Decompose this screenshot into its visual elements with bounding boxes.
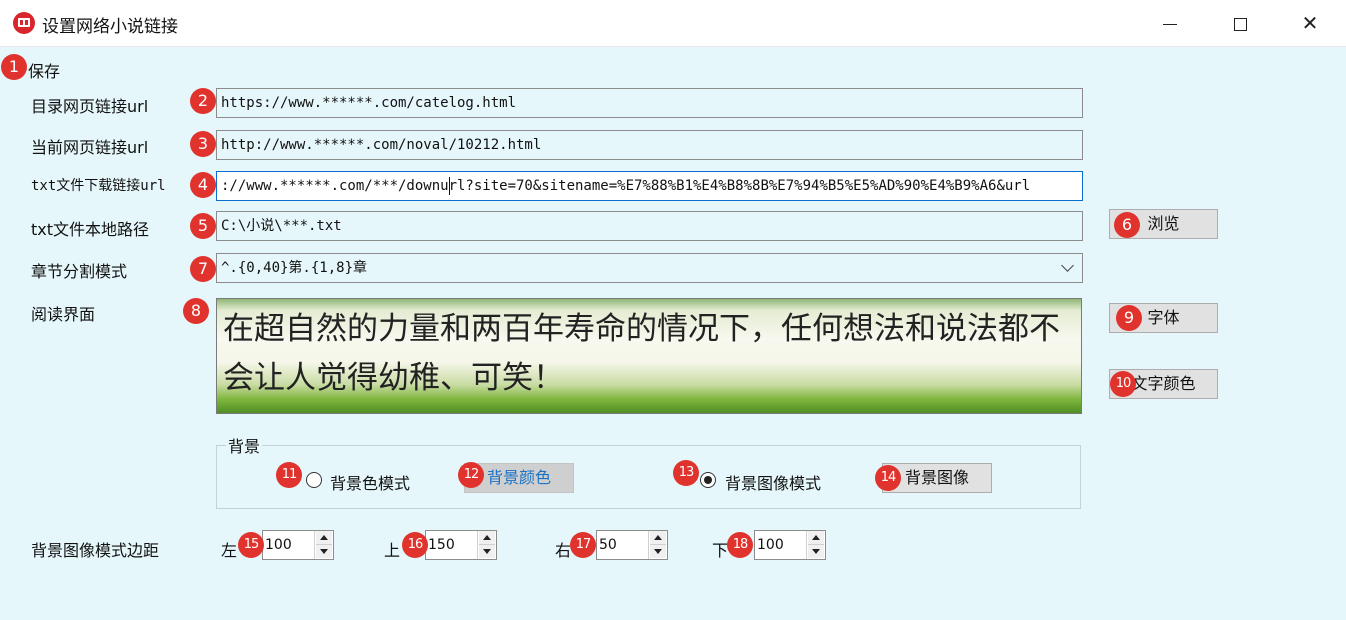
- margin-top-stepper[interactable]: 150: [425, 530, 497, 560]
- annotation-marker: 18: [727, 532, 753, 558]
- stepper-down-icon[interactable]: [650, 545, 666, 558]
- margin-right-stepper[interactable]: 50: [596, 530, 668, 560]
- font-button-label: 字体: [1147, 308, 1180, 327]
- color-mode-radio[interactable]: [306, 472, 322, 488]
- margin-top-value: 150: [428, 537, 455, 553]
- current-url-input[interactable]: http://www.******.com/noval/10212.html: [216, 130, 1083, 160]
- annotation-marker: 4: [190, 172, 216, 198]
- margin-label: 背景图像模式边距: [31, 541, 160, 560]
- chapter-mode-label: 章节分割模式: [31, 262, 128, 281]
- background-group-legend: 背景: [226, 433, 263, 457]
- stepper-down-icon[interactable]: [316, 545, 332, 558]
- txt-download-url-input[interactable]: ://www.******.com/***/downurl?site=70&si…: [216, 171, 1083, 201]
- stepper-buttons: [314, 531, 333, 559]
- stepper-down-icon[interactable]: [479, 545, 495, 558]
- chapter-mode-value: ^.{0,40}第.{1,8}章: [221, 260, 368, 276]
- image-mode-label[interactable]: 背景图像模式: [725, 470, 821, 494]
- annotation-marker: 11: [276, 462, 302, 488]
- margin-right-label: 右: [555, 541, 572, 560]
- margin-left-label: 左: [221, 541, 238, 560]
- txt-local-path-input[interactable]: C:\小说\***.txt: [216, 211, 1083, 241]
- book-app-icon: [13, 12, 35, 34]
- chevron-down-icon[interactable]: [1058, 258, 1078, 278]
- stepper-down-icon[interactable]: [808, 545, 824, 558]
- stepper-buttons: [648, 531, 667, 559]
- stepper-buttons: [477, 531, 496, 559]
- margin-right-value: 50: [599, 537, 617, 553]
- txt-local-path-label: txt文件本地路径: [31, 220, 150, 239]
- margin-bottom-label: 下: [712, 541, 729, 560]
- margin-left-stepper[interactable]: 100: [262, 530, 334, 560]
- text-caret: [449, 177, 450, 195]
- annotation-marker: 12: [458, 462, 484, 488]
- reading-interface-label: 阅读界面: [31, 305, 96, 324]
- annotation-marker: 8: [183, 298, 209, 324]
- annotation-marker: 17: [570, 532, 596, 558]
- catalog-url-label: 目录网页链接url: [31, 97, 149, 116]
- minimize-icon: [1163, 24, 1177, 25]
- stepper-up-icon[interactable]: [808, 531, 824, 545]
- annotation-marker: 7: [190, 256, 216, 282]
- window-title: 设置网络小说链接: [42, 17, 178, 37]
- annotation-marker: 6: [1114, 212, 1140, 238]
- stepper-up-icon[interactable]: [479, 531, 495, 545]
- margin-left-value: 100: [265, 537, 292, 553]
- text-color-button-label: 文字颜色: [1131, 374, 1196, 393]
- annotation-marker: 3: [190, 131, 216, 157]
- image-mode-radio[interactable]: [700, 472, 716, 488]
- browse-button-label: 浏览: [1147, 214, 1180, 233]
- annotation-marker: 14: [875, 465, 901, 491]
- close-button[interactable]: ✕: [1275, 0, 1345, 46]
- annotation-marker: 2: [190, 88, 216, 114]
- annotation-marker: 15: [238, 532, 264, 558]
- txt-download-url-label: txt文件下载链接url: [31, 178, 166, 194]
- maximize-button[interactable]: [1205, 0, 1275, 46]
- maximize-icon: [1233, 18, 1247, 31]
- current-url-label: 当前网页链接url: [31, 138, 149, 157]
- chapter-mode-select[interactable]: ^.{0,40}第.{1,8}章: [216, 253, 1083, 283]
- title-bar: 设置网络小说链接 ✕: [0, 0, 1346, 47]
- annotation-marker: 1: [1, 54, 27, 80]
- stepper-buttons: [806, 531, 825, 559]
- catalog-url-input[interactable]: https://www.******.com/catelog.html: [216, 88, 1083, 118]
- margin-top-label: 上: [384, 541, 401, 560]
- reading-preview: 在超自然的力量和两百年寿命的情况下，任何想法和说法都不会让人觉得幼稚、可笑！: [216, 298, 1082, 414]
- color-mode-label[interactable]: 背景色模式: [330, 470, 410, 494]
- stepper-up-icon[interactable]: [650, 531, 666, 545]
- txt-download-url-value: ://www.******.com/***/downurl?site=70&si…: [221, 178, 1031, 194]
- save-menu-item[interactable]: 保存: [28, 58, 60, 82]
- background-color-button-label: 背景颜色: [486, 468, 551, 487]
- margin-bottom-stepper[interactable]: 100: [754, 530, 826, 560]
- background-image-button-label: 背景图像: [904, 468, 969, 487]
- margin-bottom-value: 100: [757, 537, 784, 553]
- annotation-marker: 10: [1110, 371, 1136, 397]
- close-icon: ✕: [1301, 11, 1319, 35]
- minimize-button[interactable]: [1135, 0, 1205, 46]
- annotation-marker: 5: [190, 213, 216, 239]
- stepper-up-icon[interactable]: [316, 531, 332, 545]
- annotation-marker: 16: [402, 532, 428, 558]
- annotation-marker: 13: [673, 460, 699, 486]
- preview-text: 在超自然的力量和两百年寿命的情况下，任何想法和说法都不会让人觉得幼稚、可笑！: [223, 311, 1060, 396]
- annotation-marker: 9: [1116, 305, 1142, 331]
